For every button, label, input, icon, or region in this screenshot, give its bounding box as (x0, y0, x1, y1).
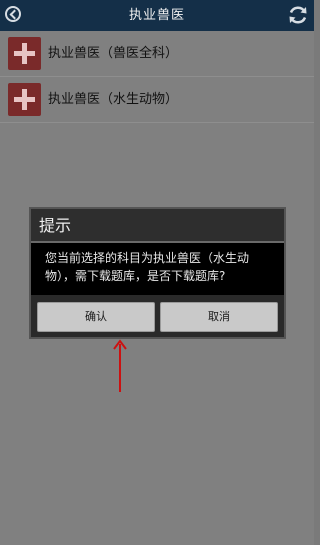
cancel-button[interactable]: 取消 (160, 302, 278, 332)
refresh-icon[interactable] (286, 3, 310, 27)
list-item[interactable]: 执业兽医（水生动物） (0, 77, 314, 123)
dialog-button-bar: 确认 取消 (31, 295, 284, 337)
red-arrow-annotation (113, 339, 127, 392)
list-item-label: 执业兽医（水生动物） (48, 92, 179, 107)
page-title: 执业兽医 (128, 8, 185, 23)
top-bar: 执业兽医 (0, 0, 314, 31)
list-item-label: 执业兽医（兽医全科） (48, 46, 179, 61)
list-item[interactable]: 执业兽医（兽医全科） (0, 31, 314, 77)
plus-icon[interactable] (8, 37, 41, 70)
confirm-button[interactable]: 确认 (37, 302, 155, 332)
plus-icon[interactable] (8, 83, 41, 116)
dialog-title: 提示 (31, 209, 284, 243)
confirm-dialog: 提示 您当前选择的科目为执业兽医（水生动物），需下载题库，是否下载题库? 确认 … (29, 207, 286, 339)
dialog-message: 您当前选择的科目为执业兽医（水生动物），需下载题库，是否下载题库? (45, 251, 250, 283)
